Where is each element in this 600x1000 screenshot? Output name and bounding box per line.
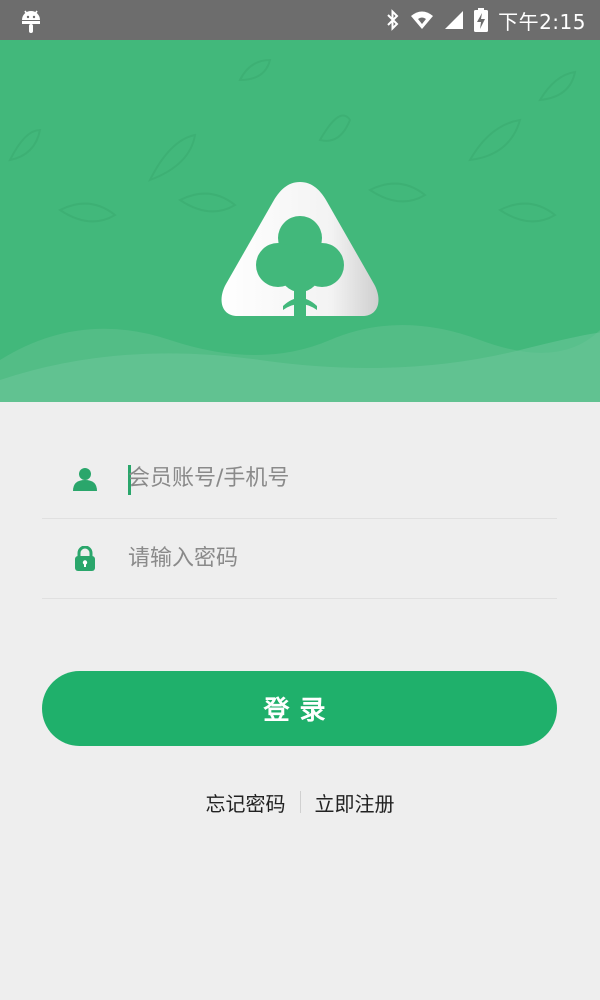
status-time: 下午2:15 <box>498 9 586 34</box>
account-row <box>42 440 557 519</box>
lock-icon <box>75 546 95 571</box>
cellular-signal-icon <box>445 11 464 29</box>
status-bar: 下午2:15 <box>0 0 600 40</box>
login-button[interactable]: 登录 <box>42 671 557 746</box>
account-links: 忘记密码 立即注册 <box>0 782 600 822</box>
user-icon <box>73 468 97 491</box>
tree-logo-icon <box>221 182 379 316</box>
password-row <box>42 520 557 599</box>
bluetooth-icon <box>387 9 399 31</box>
android-icon <box>22 10 40 33</box>
forgot-password-link[interactable]: 忘记密码 <box>192 788 300 817</box>
wifi-icon <box>411 11 434 29</box>
register-link[interactable]: 立即注册 <box>301 788 409 817</box>
header-banner <box>0 40 600 402</box>
battery-charging-icon <box>474 8 489 32</box>
account-input[interactable] <box>128 458 528 498</box>
password-input[interactable] <box>128 538 528 578</box>
